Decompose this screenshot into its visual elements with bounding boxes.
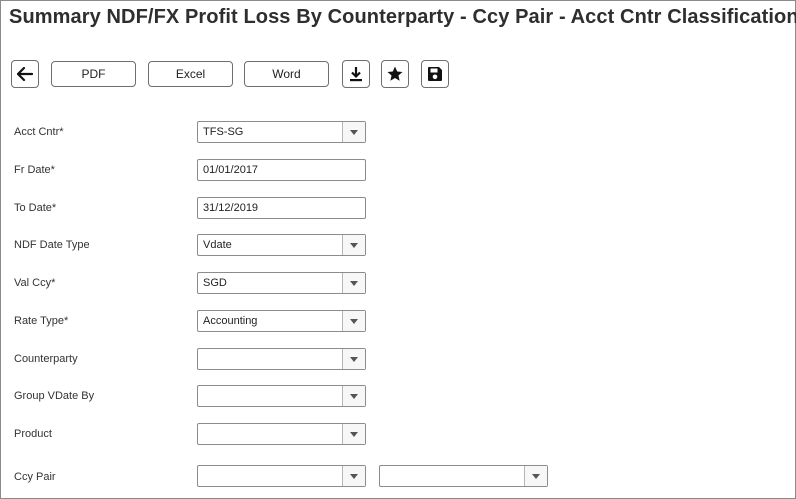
chevron-down-icon: [350, 356, 358, 362]
chevron-down-icon: [350, 280, 358, 286]
val-ccy-dropdown-button[interactable]: [342, 273, 365, 293]
group-vdate-by-label: Group VDate By: [14, 390, 95, 402]
acct-cntr-label: Acct Cntr*: [14, 126, 64, 138]
star-icon: [386, 65, 404, 83]
to-date-input[interactable]: 31/12/2019: [197, 197, 366, 219]
download-icon: [349, 66, 363, 82]
ccy-pair-first-dropdown-button[interactable]: [342, 466, 365, 486]
report-window: Summary NDF/FX Profit Loss By Counterpar…: [0, 0, 796, 499]
acct-cntr-select[interactable]: TFS-SG: [197, 121, 366, 143]
download-button[interactable]: [342, 60, 370, 88]
rate-type-dropdown-button[interactable]: [342, 311, 365, 331]
excel-button[interactable]: Excel: [148, 61, 233, 87]
acct-cntr-value: TFS-SG: [203, 126, 244, 138]
chevron-down-icon: [350, 129, 358, 135]
fr-date-value: 01/01/2017: [203, 164, 259, 176]
to-date-value: 31/12/2019: [203, 202, 259, 214]
ndf-date-type-value: Vdate: [203, 239, 232, 251]
group-vdate-by-dropdown-button[interactable]: [342, 386, 365, 406]
ndf-date-type-select[interactable]: Vdate: [197, 234, 366, 256]
back-button[interactable]: [11, 60, 39, 88]
word-button[interactable]: Word: [244, 61, 329, 87]
floppy-disk-icon: [427, 66, 443, 82]
product-select[interactable]: [197, 423, 366, 445]
chevron-down-icon: [350, 431, 358, 437]
val-ccy-label: Val Ccy*: [14, 277, 56, 289]
chevron-down-icon: [350, 318, 358, 324]
val-ccy-value: SGD: [203, 277, 227, 289]
chevron-down-icon: [532, 473, 540, 479]
product-label: Product: [14, 428, 52, 440]
group-vdate-by-select[interactable]: [197, 385, 366, 407]
counterparty-dropdown-button[interactable]: [342, 349, 365, 369]
chevron-down-icon: [350, 473, 358, 479]
favorite-button[interactable]: [381, 60, 409, 88]
rate-type-value: Accounting: [203, 315, 258, 327]
ccy-pair-first-select[interactable]: [197, 465, 366, 487]
chevron-down-icon: [350, 242, 358, 248]
pdf-button[interactable]: PDF: [51, 61, 136, 87]
ndf-date-type-dropdown-button[interactable]: [342, 235, 365, 255]
ndf-date-type-label: NDF Date Type: [14, 239, 90, 251]
ccy-pair-second-select[interactable]: [379, 465, 548, 487]
to-date-label: To Date*: [14, 202, 57, 214]
val-ccy-select[interactable]: SGD: [197, 272, 366, 294]
fr-date-label: Fr Date*: [14, 164, 55, 176]
page-title: Summary NDF/FX Profit Loss By Counterpar…: [9, 6, 796, 28]
rate-type-select[interactable]: Accounting: [197, 310, 366, 332]
ccy-pair-second-dropdown-button[interactable]: [524, 466, 547, 486]
product-dropdown-button[interactable]: [342, 424, 365, 444]
rate-type-label: Rate Type*: [14, 315, 69, 327]
counterparty-label: Counterparty: [14, 353, 78, 365]
ccy-pair-label: Ccy Pair: [14, 471, 56, 483]
arrow-left-icon: [17, 67, 33, 81]
save-button[interactable]: [421, 60, 449, 88]
chevron-down-icon: [350, 393, 358, 399]
counterparty-select[interactable]: [197, 348, 366, 370]
acct-cntr-dropdown-button[interactable]: [342, 122, 365, 142]
fr-date-input[interactable]: 01/01/2017: [197, 159, 366, 181]
